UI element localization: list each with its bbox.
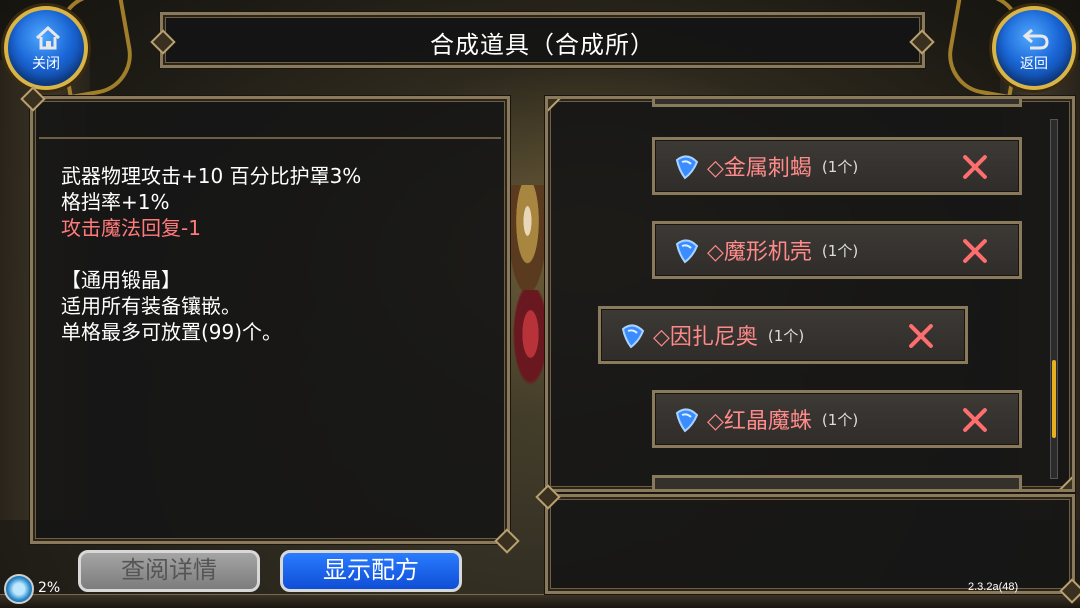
item-stack-text: 单格最多可放置(99)个。 [61, 320, 283, 344]
title-bar: 合成道具（合成所） [160, 12, 925, 68]
item-description-panel: 武器物理攻击+10 百分比护罩3% 格挡率+1% 攻击魔法回复-1 【通用锻晶】… [30, 96, 510, 544]
bottom-border-bar [0, 594, 1080, 608]
recipe-footer-panel [545, 494, 1075, 594]
material-qty: (1个) [821, 410, 859, 429]
material-list-panel[interactable]: ◇金属刺蝎 (1个) ◇魔形机壳 (1个) ◇因扎尼奥 (1个) ◇红晶魔蛛 (… [545, 96, 1075, 492]
material-name: ◇魔形机壳 [707, 240, 812, 265]
item-category: 【通用锻晶】 [61, 268, 181, 292]
view-details-button[interactable]: 查阅详情 [78, 550, 260, 592]
blue-crystal-icon [621, 324, 645, 349]
return-arrow-icon [1022, 28, 1049, 50]
network-status-icon [4, 574, 34, 604]
version-label: 2.3.2a(48) [968, 581, 1019, 593]
panel-divider [39, 137, 501, 139]
material-name: ◇金属刺蝎 [707, 156, 812, 181]
remove-material-button[interactable] [959, 404, 991, 436]
material-item[interactable]: ◇魔形机壳 (1个) [652, 221, 1022, 279]
material-item[interactable]: ◇红晶魔蛛 (1个) [652, 390, 1022, 448]
close-button-label: 关闭 [32, 56, 60, 72]
scrollbar-thumb[interactable] [1052, 360, 1056, 438]
material-qty: (1个) [821, 157, 859, 176]
list-item-partial [652, 475, 1022, 489]
list-scrollbar[interactable] [1050, 119, 1058, 479]
remove-material-button[interactable] [905, 320, 937, 352]
stat-line: 武器物理攻击+10 百分比护罩3% [61, 164, 362, 188]
stat-line-negative: 攻击魔法回复-1 [61, 216, 201, 240]
item-description: 武器物理攻击+10 百分比护罩3% 格挡率+1% 攻击魔法回复-1 【通用锻晶】… [61, 163, 361, 345]
material-qty: (1个) [767, 326, 805, 345]
remove-material-button[interactable] [959, 151, 991, 183]
material-name: ◇因扎尼奥 [653, 325, 758, 350]
progress-percent: 2% [38, 580, 61, 596]
material-qty: (1个) [821, 241, 859, 260]
material-item[interactable]: ◇金属刺蝎 (1个) [652, 137, 1022, 195]
blue-crystal-icon [675, 239, 699, 264]
stat-line: 格挡率+1% [61, 190, 170, 214]
material-item-selected[interactable]: ◇因扎尼奥 (1个) [598, 306, 968, 364]
item-usage-text: 适用所有装备镶嵌。 [61, 294, 241, 318]
remove-material-button[interactable] [959, 235, 991, 267]
blue-crystal-icon [675, 408, 699, 433]
show-recipe-button[interactable]: 显示配方 [280, 550, 462, 592]
list-item-partial [652, 99, 1022, 107]
scene-npc-figure [505, 185, 550, 305]
back-button[interactable]: 返回 [992, 6, 1076, 90]
back-button-label: 返回 [1020, 56, 1048, 72]
material-name: ◇红晶魔蛛 [707, 409, 812, 434]
close-button[interactable]: 关闭 [4, 6, 88, 90]
blue-crystal-icon [675, 155, 699, 180]
home-icon [35, 25, 61, 50]
page-title: 合成道具（合成所） [430, 31, 655, 59]
